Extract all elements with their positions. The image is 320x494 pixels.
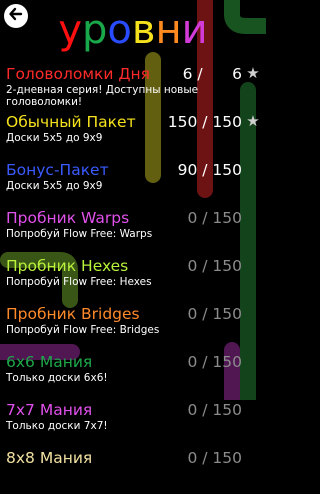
level-pack-progress: 0 / 150 [187,353,242,371]
title-letter: о [107,7,132,53]
level-pack-progress: 0 / 150 [187,305,242,323]
level-pack-title: Бонус-Пакет [6,161,109,179]
title-letter: в [131,7,156,53]
level-pack-progress: 150 / 150 [167,113,242,131]
title-letter: н [155,7,182,53]
level-pack-progress: 0 / 150 [187,209,242,227]
level-pack-item[interactable]: Бонус-Пакет 90 / 150 Доски 5x5 до 9x9 [0,158,266,206]
level-pack-progress: 6 / 6 [182,65,242,83]
level-pack-title: Пробник Warps [6,209,130,227]
level-pack-description: Попробуй Flow Free: Bridges [6,324,160,336]
level-pack-progress: 0 / 150 [187,257,242,275]
level-pack-title: 6x6 Мания [6,353,93,371]
level-pack-item[interactable]: Пробник Hexes 0 / 150 Попробуй Flow Free: … [0,254,266,302]
level-pack-description: Доски 5x5 до 9x9 [6,180,103,192]
level-pack-item[interactable]: Пробник Warps 0 / 150 Попробуй Flow Free: … [0,206,266,254]
level-pack-description: 2-дневная серия! Доступны новые головоло… [6,84,199,108]
star-icon: ★ [246,112,260,130]
level-pack-description: Доски 5x5 до 9x9 [6,132,103,144]
star-icon: ★ [246,64,260,82]
title-letter: и [181,7,208,53]
level-pack-title: Головоломки Дня [6,65,150,83]
levels-list: Головоломки Дня 6 / 6 ★ 2-дневная серия! До… [0,62,266,494]
title-letter: у [58,7,83,53]
level-pack-title: Пробник Bridges [6,305,140,323]
level-pack-title: 7x7 Мания [6,401,93,419]
level-pack-item[interactable]: Обычный Пакет 150 / 150 ★ Доски 5x5 до 9x9 [0,110,266,158]
header: уровни [0,0,266,60]
level-pack-item[interactable]: 7x7 Мания 0 / 150 Только доски 7x7! [0,398,266,446]
level-pack-item[interactable]: 8x8 Мания 0 / 150 [0,446,266,494]
level-pack-progress: 90 / 150 [177,161,242,179]
level-pack-description: Попробуй Flow Free: Hexes [6,276,152,288]
level-pack-item[interactable]: Пробник Bridges 0 / 150 Попробуй Flow Free… [0,302,266,350]
level-pack-progress: 0 / 150 [187,401,242,419]
level-pack-description: Попробуй Flow Free: Warps [6,228,153,240]
level-pack-item[interactable]: 6x6 Мания 0 / 150 Только доски 6x6! [0,350,266,398]
level-pack-item[interactable]: Головоломки Дня 6 / 6 ★ 2-дневная серия! До… [0,62,266,110]
level-pack-description: Только доски 7x7! [6,420,108,432]
level-pack-title: Обычный Пакет [6,113,136,131]
title-letter: р [82,7,108,53]
page-title: уровни [0,6,266,54]
level-pack-progress: 0 / 150 [187,449,242,467]
level-pack-title: 8x8 Мания [6,449,93,467]
level-pack-title: Пробник Hexes [6,257,129,275]
level-pack-description: Только доски 6x6! [6,372,108,384]
